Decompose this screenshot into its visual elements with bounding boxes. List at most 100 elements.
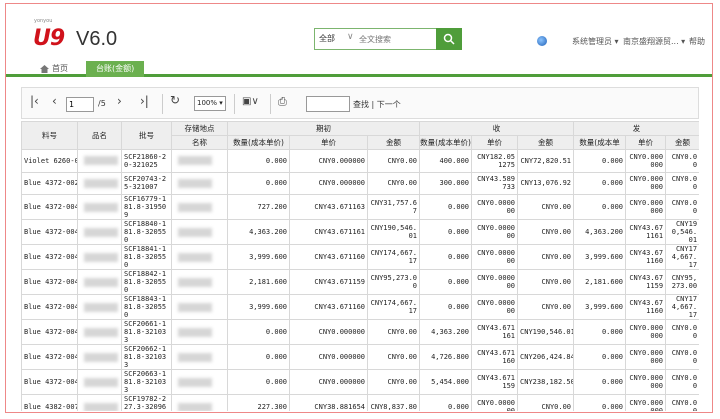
- col-recv-amount[interactable]: 金额: [517, 135, 575, 150]
- help-link[interactable]: 帮助: [689, 36, 705, 47]
- col-recv-qty[interactable]: 数量(成本单价): [419, 135, 473, 150]
- cell-issue-amount: CNY0.00: [665, 194, 699, 220]
- cell-open-price: CNY0.000000: [289, 369, 368, 395]
- cell-open-price: CNY43.671160: [289, 244, 368, 270]
- cell-item-name-redacted: [77, 319, 122, 345]
- cell-issue-amount: CNY0.00: [665, 149, 699, 173]
- cell-open-qty: 0.000: [227, 344, 290, 370]
- find-next-link[interactable]: 查找 | 下一个: [353, 99, 401, 110]
- col-group-receive: 收: [419, 121, 575, 136]
- cell-item-name-redacted: [77, 394, 122, 411]
- user-menu[interactable]: 系统管理员 ▾: [572, 36, 619, 47]
- first-page-button[interactable]: |‹: [30, 94, 39, 108]
- cell-recv-amount: CNY238,182.50: [517, 369, 575, 395]
- app-header: yonyou U9 V6.0 全部 ∨ 系统管理员 ▾ 南京盛翔源贸... ▾ …: [6, 4, 712, 77]
- cell-recv-qty: 0.000: [419, 244, 473, 270]
- table-row[interactable]: Violet 6260-005SCF21860-20-3210250.000CN…: [21, 149, 699, 173]
- cell-item-no: Blue 4372-004: [21, 219, 78, 245]
- zoom-select[interactable]: 100% ▾: [194, 96, 226, 111]
- table-row[interactable]: Blue 4372-002 SCF20743-25-321007 0.000 CNY0…: [21, 171, 699, 195]
- page-number-input[interactable]: [66, 97, 94, 112]
- next-page-button[interactable]: ›: [117, 94, 122, 108]
- cell-recv-price: CNY182.051275: [471, 149, 519, 173]
- table-row[interactable]: Blue 4372-004 SCF18840-181.8-320550 4,363.…: [21, 219, 699, 245]
- prev-page-button[interactable]: ‹: [52, 94, 57, 108]
- org-menu[interactable]: 南京盛翔源贸... ▾: [623, 36, 685, 47]
- col-issue-price[interactable]: 单价: [625, 135, 667, 150]
- cell-item-name-redacted: [77, 344, 122, 370]
- table-row[interactable]: Blue 4372-004 SCF20661-181.8-321033 0.000 C…: [21, 319, 699, 345]
- redacted-block: [84, 252, 118, 262]
- search-button[interactable]: [436, 28, 462, 50]
- search-scope-select[interactable]: 全部: [319, 33, 335, 44]
- table-row[interactable]: Blue 4372-004 SCF16779-181.8-319509 727.20…: [21, 194, 699, 220]
- cell-storage-redacted: [171, 244, 228, 270]
- cell-issue-amount: CNY95,273.00: [665, 269, 699, 295]
- find-input[interactable]: [306, 96, 350, 112]
- cell-recv-qty: 4,363.200: [419, 319, 473, 345]
- table-row[interactable]: Blue 4382-007 SCF19782-227.3-320960 227.30…: [21, 394, 699, 411]
- cell-open-amount: CNY0.00: [366, 344, 421, 370]
- cell-open-price: CNY38.881654: [289, 394, 368, 411]
- cell-open-qty: 2,181.600: [227, 269, 290, 295]
- u9-logo[interactable]: U9: [33, 26, 65, 51]
- col-open-qty[interactable]: 数量(成本单价): [227, 135, 290, 150]
- brand-tagline: yonyou: [34, 18, 53, 24]
- cell-open-price: CNY0.000000: [289, 171, 368, 195]
- col-group-opening: 期初: [226, 121, 421, 136]
- cell-storage-redacted: [171, 149, 228, 173]
- col-issue-amount[interactable]: 金额: [665, 135, 699, 150]
- toolbar-divider: [162, 94, 163, 114]
- export-icon[interactable]: ▣∨: [242, 96, 259, 107]
- cell-item-no: Blue 4382-007: [21, 394, 78, 411]
- tab-ledger-amount[interactable]: 台账(金额): [86, 61, 145, 77]
- refresh-icon[interactable]: ↻: [170, 93, 180, 107]
- cell-recv-qty: 400.000: [419, 149, 473, 173]
- cell-item-no: Blue 4372-004: [21, 244, 78, 270]
- cell-recv-qty: 0.000: [419, 269, 473, 295]
- tab-home[interactable]: 首页: [40, 63, 68, 74]
- cell-recv-price: CNY0.000000: [471, 194, 519, 220]
- col-lot-no[interactable]: 批号: [121, 121, 172, 150]
- cell-item-no: Blue 4372-002: [21, 171, 78, 195]
- cell-issue-price: CNY0.000000: [625, 394, 667, 411]
- col-item-no[interactable]: 料号: [21, 121, 78, 150]
- search-input[interactable]: [359, 31, 437, 48]
- cell-item-name-redacted: [77, 244, 122, 270]
- table-row[interactable]: Blue 4372-004 SCF18842-181.8-320550 2,181.…: [21, 269, 699, 295]
- toolbar-divider: [270, 94, 271, 114]
- cell-issue-amount: CNY0.00: [665, 394, 699, 411]
- chevron-down-icon[interactable]: ∨: [347, 32, 354, 42]
- table-row[interactable]: Blue 4372-004 SCF18843-181.8-320550 3,999.…: [21, 294, 699, 320]
- last-page-button[interactable]: ›|: [140, 94, 149, 108]
- cell-open-qty: 0.000: [227, 319, 290, 345]
- print-icon[interactable]: ⎙: [278, 95, 287, 109]
- col-storage-name[interactable]: 名称: [171, 135, 228, 150]
- cell-open-amount: CNY31,757.67: [366, 194, 421, 220]
- redacted-block: [84, 202, 118, 212]
- col-item-name[interactable]: 品名: [77, 121, 122, 150]
- col-open-price[interactable]: 单价: [289, 135, 368, 150]
- cell-open-price: CNY0.000000: [289, 344, 368, 370]
- table-row[interactable]: Blue 4372-004 SCF20662-181.8-321033 0.000 C…: [21, 344, 699, 370]
- ledger-grid: 料号 品名 批号 存储地点 期初 收 发 名称 数量(成本单价) 单价 金额 数…: [21, 121, 699, 411]
- globe-icon[interactable]: [537, 36, 547, 46]
- cell-recv-amount: CNY72,820.51: [517, 149, 575, 173]
- cell-storage-redacted: [171, 294, 228, 320]
- cell-item-no: Blue 4372-004: [21, 369, 78, 395]
- table-row[interactable]: Blue 4372-004 SCF20663-181.8-321033 0.000 C…: [21, 369, 699, 395]
- cell-open-amount: CNY0.00: [366, 319, 421, 345]
- col-recv-price[interactable]: 单价: [471, 135, 519, 150]
- col-storage[interactable]: 存储地点: [171, 121, 228, 136]
- cell-issue-qty: 3,999.600: [573, 244, 627, 270]
- cell-lot-no: SCF18842-181.8-320550: [121, 269, 172, 295]
- cell-issue-qty: 3,999.600: [573, 294, 627, 320]
- table-row[interactable]: Blue 4372-004 SCF18841-181.8-320550 3,999.…: [21, 244, 699, 270]
- cell-item-name-redacted: [77, 369, 122, 395]
- cell-recv-qty: 300.000: [419, 171, 473, 195]
- col-issue-qty[interactable]: 数量(成本单: [573, 135, 627, 150]
- cell-open-qty: 0.000: [227, 369, 290, 395]
- cell-open-amount: CNY8,837.80: [366, 394, 421, 411]
- col-open-amount[interactable]: 金额: [366, 135, 421, 150]
- cell-issue-price: CNY43.671160: [625, 244, 667, 270]
